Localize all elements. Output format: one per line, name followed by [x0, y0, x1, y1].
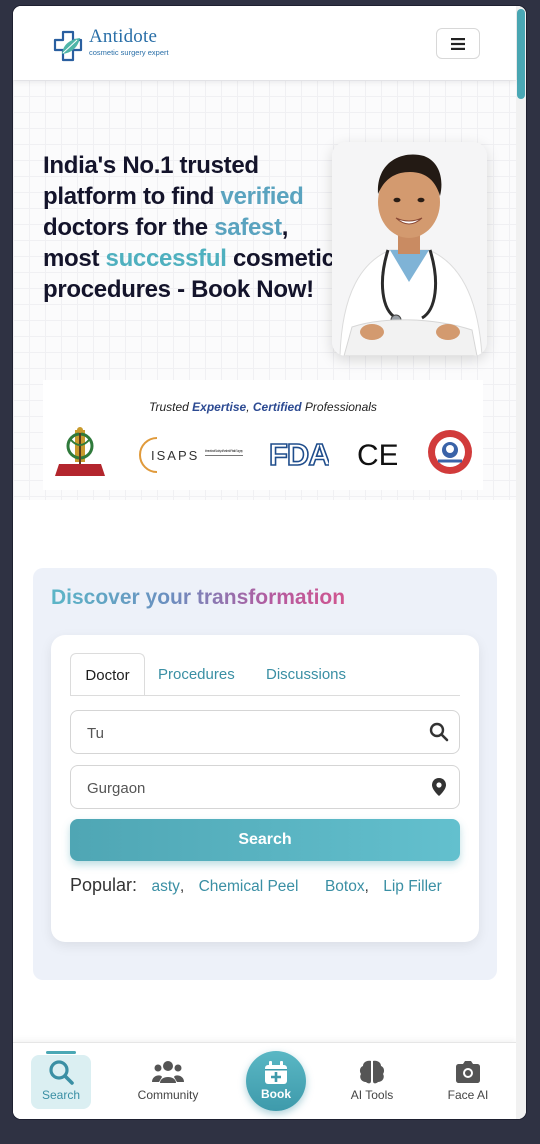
government-emblem-badge	[55, 427, 105, 476]
headline-safest: safest	[214, 214, 282, 241]
popular-item[interactable]: Botox	[325, 878, 365, 895]
nabh-badge	[428, 430, 472, 474]
trust-caption-text-2: ,	[246, 400, 253, 414]
trust-caption-expertise: Expertise	[192, 400, 247, 414]
hero-headline: India's No.1 trusted platform to find ve…	[43, 150, 343, 305]
nav-book[interactable]: Book	[246, 1051, 306, 1111]
page-scrollbar[interactable]	[516, 6, 526, 1119]
discover-title: Discover your transformation	[51, 586, 346, 609]
logo-subtitle: cosmetic surgery expert	[89, 48, 169, 57]
tab-procedures[interactable]: Procedures	[158, 653, 235, 696]
doctor-search-input[interactable]	[85, 711, 419, 755]
headline-verified: verified	[220, 183, 304, 210]
ce-badge: CE	[357, 439, 397, 470]
popular-item[interactable]: Lip Filler	[383, 878, 442, 895]
scrollbar-thumb[interactable]	[517, 9, 525, 99]
search-tabs: Doctor Procedures Discussions	[70, 653, 460, 696]
doctor-image	[332, 142, 487, 356]
search-icon[interactable]	[429, 722, 449, 742]
location-field	[70, 765, 460, 810]
separator: ,	[179, 878, 185, 895]
antidote-logo[interactable]: Antidote cosmetic surgery expert	[51, 26, 191, 64]
tab-discussions[interactable]: Discussions	[266, 653, 346, 696]
search-button[interactable]: Search	[70, 819, 460, 861]
isaps-text: ISAPS	[151, 448, 199, 463]
nav-face-ai-label: Face AI	[447, 1088, 489, 1102]
popular-searches: Popular: asty, Chemical Peel Botox, Lip …	[70, 875, 460, 899]
calendar-plus-icon	[265, 1061, 287, 1084]
nav-face-ai[interactable]: Face AI	[428, 1051, 508, 1115]
search-card: Doctor Procedures Discussions Searc	[51, 635, 479, 942]
isaps-badge: ISAPS International Society of Aesthetic…	[139, 437, 243, 473]
query-field	[70, 710, 460, 755]
camera-icon	[456, 1061, 480, 1083]
brain-icon	[359, 1060, 385, 1084]
trust-badges-section: Trusted Expertise, Certified Professiona…	[43, 380, 483, 490]
nav-search[interactable]: Search	[21, 1051, 101, 1115]
separator: ,	[364, 878, 369, 895]
ce-text: CE	[357, 439, 397, 470]
trust-caption: Trusted Expertise, Certified Professiona…	[43, 400, 483, 414]
location-input[interactable]	[85, 766, 419, 810]
logo-title: Antidote	[89, 26, 158, 47]
nav-ai-tools[interactable]: AI Tools	[332, 1051, 412, 1115]
nav-search-label: Search	[41, 1088, 81, 1102]
hamburger-icon	[451, 37, 465, 50]
trust-caption-text-1: Trusted	[149, 400, 193, 414]
hero-section: India's No.1 trusted platform to find ve…	[13, 80, 516, 500]
fda-text: FDA	[269, 438, 329, 470]
trust-caption-certified: Certified	[252, 400, 302, 414]
nav-community-label: Community	[137, 1088, 199, 1102]
bottom-navigation: Search Community Book AI Tools Face AI	[13, 1042, 516, 1119]
headline-successful: successful	[105, 245, 227, 272]
nav-ai-tools-label: AI Tools	[350, 1088, 394, 1102]
logo-mark-icon	[53, 30, 83, 62]
tabs-divider	[70, 695, 460, 696]
nav-community[interactable]: Community	[128, 1051, 208, 1115]
doctor-illustration	[332, 142, 487, 356]
trust-caption-text-3: Professionals	[301, 400, 377, 414]
location-pin-icon[interactable]	[429, 777, 449, 797]
menu-button[interactable]	[436, 28, 480, 59]
popular-label: Popular:	[70, 875, 138, 895]
popular-item[interactable]: asty	[152, 878, 180, 895]
fda-badge: FDA	[269, 438, 329, 470]
headline-text-2: doctors for the	[43, 214, 215, 241]
app-screen: Antidote cosmetic surgery expert India's…	[13, 6, 526, 1119]
tab-doctor[interactable]: Doctor	[70, 653, 145, 696]
discover-section: Discover your transformation Doctor Proc…	[33, 568, 497, 980]
popular-item[interactable]: Chemical Peel	[199, 878, 299, 895]
people-icon	[152, 1061, 184, 1083]
nav-book-label: Book	[261, 1087, 291, 1101]
search-icon	[49, 1060, 74, 1085]
top-header: Antidote cosmetic surgery expert	[13, 6, 516, 80]
isaps-subtext: International Society of Aesthetic Plast…	[205, 449, 243, 453]
